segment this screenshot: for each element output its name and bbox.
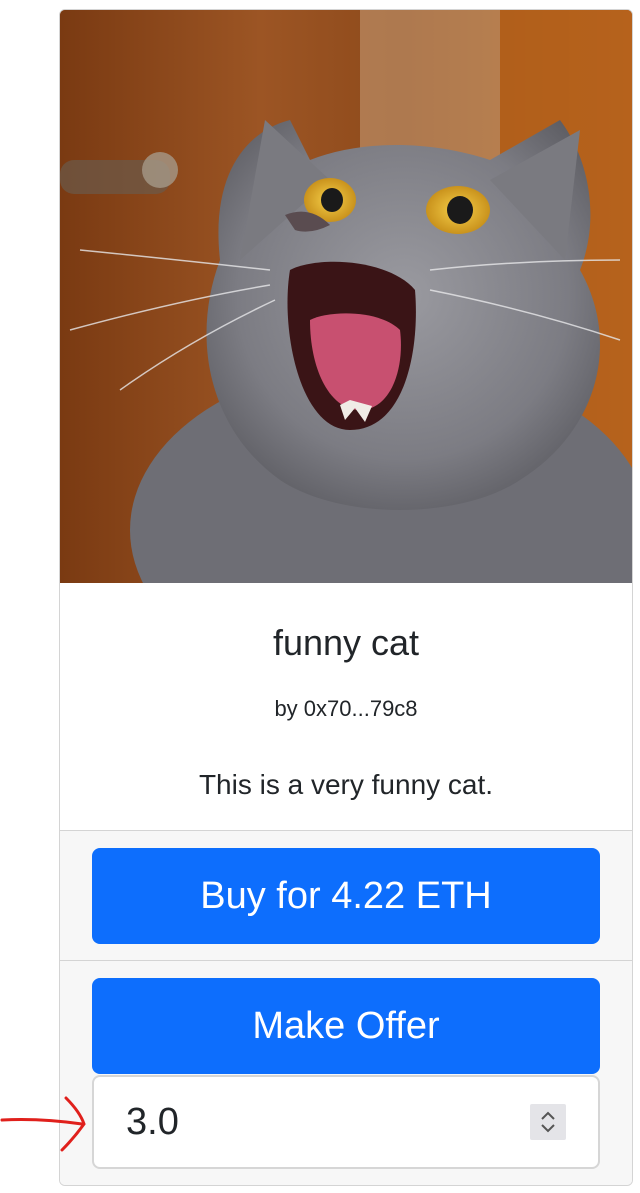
nft-card: funny cat by 0x70...79c8 This is a very … (59, 9, 633, 1186)
make-offer-button[interactable]: Make Offer (92, 978, 600, 1074)
buy-button[interactable]: Buy for 4.22 ETH (92, 848, 600, 944)
number-spinner-icon[interactable] (530, 1104, 566, 1140)
offer-section: Make Offer 3.0 (60, 960, 632, 1185)
red-arrow-icon (0, 1090, 90, 1165)
nft-title: funny cat (272, 622, 420, 663)
nft-description: This is a very funny cat. (198, 769, 494, 800)
offer-amount-input[interactable]: 3.0 (92, 1075, 600, 1169)
nft-owner: by 0x70...79c8 (274, 696, 418, 721)
buy-section: Buy for 4.22 ETH (60, 830, 632, 960)
nft-image (60, 10, 632, 583)
card-body: funny cat by 0x70...79c8 This is a very … (60, 583, 632, 830)
offer-amount-value: 3.0 (126, 1101, 179, 1143)
